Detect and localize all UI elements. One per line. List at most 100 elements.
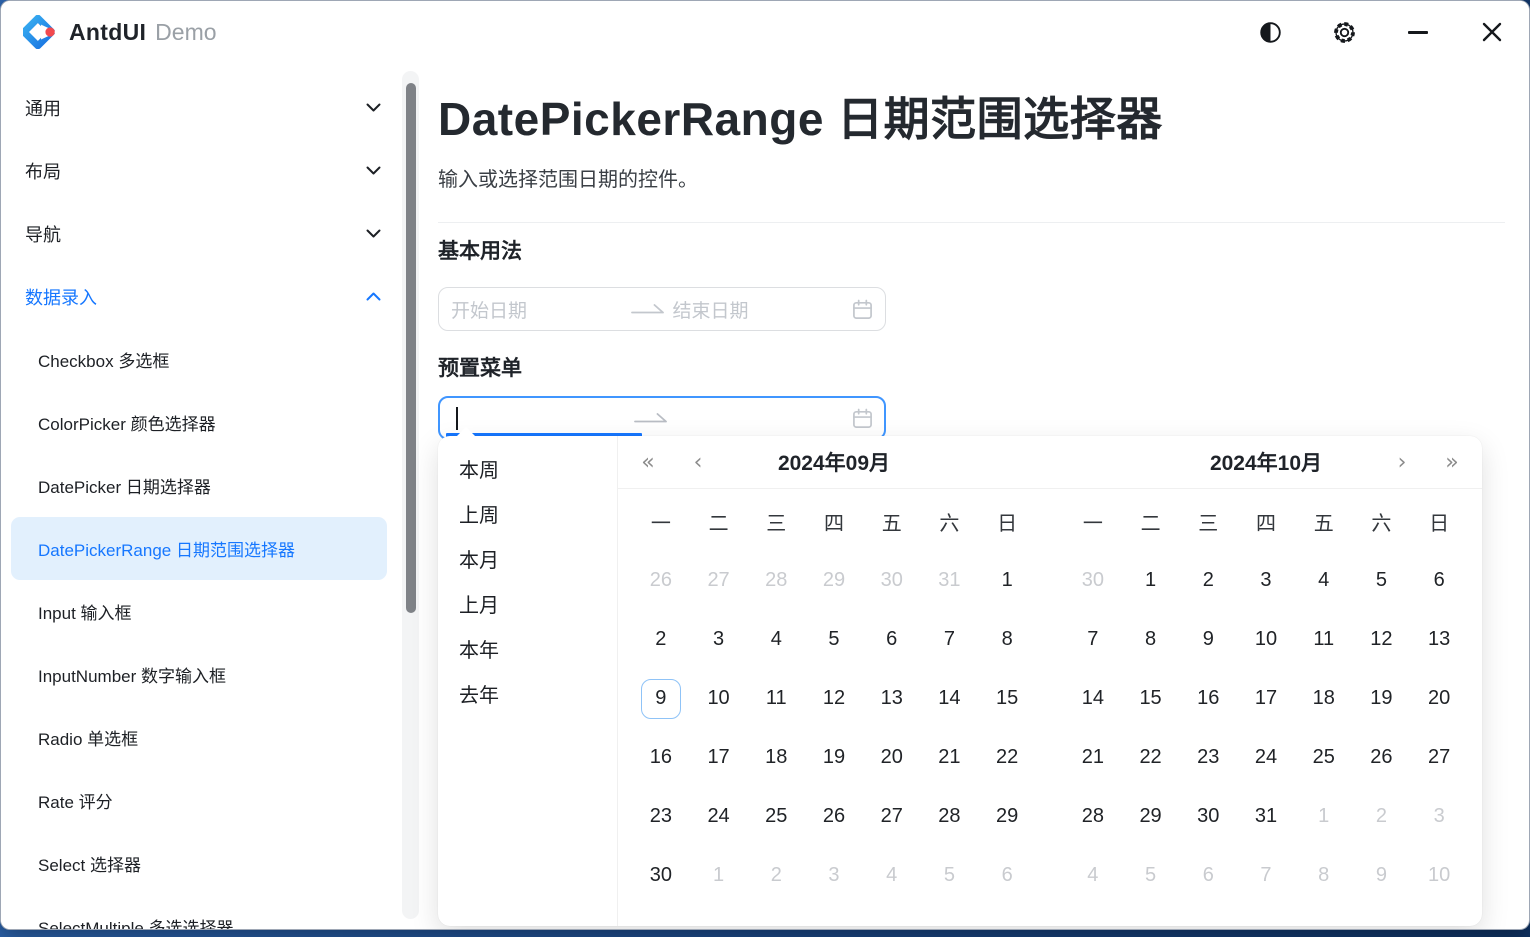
calendar-day[interactable]: 17	[707, 746, 729, 769]
calendar-day[interactable]: 26	[823, 805, 845, 828]
calendar-day[interactable]: 4	[1318, 569, 1329, 592]
calendar-day[interactable]: 10	[707, 687, 729, 710]
calendar-day[interactable]: 31	[1255, 805, 1277, 828]
sidebar-scrollbar-thumb[interactable]	[406, 83, 416, 613]
calendar-day[interactable]: 5	[828, 628, 839, 651]
calendar-day[interactable]: 10	[1428, 864, 1450, 887]
calendar-day[interactable]: 30	[650, 864, 672, 887]
next-month-button[interactable]: ›	[1384, 436, 1420, 488]
sidebar-group-2[interactable]: 导航	[1, 202, 401, 265]
calendar-day[interactable]: 12	[823, 687, 845, 710]
calendar-day[interactable]: 23	[650, 805, 672, 828]
calendar-day[interactable]: 3	[1434, 805, 1445, 828]
calendar-day[interactable]: 22	[1139, 746, 1161, 769]
calendar-day[interactable]: 16	[650, 746, 672, 769]
calendar-day[interactable]: 12	[1370, 628, 1392, 651]
calendar-day[interactable]: 11	[766, 687, 787, 710]
calendar-day[interactable]: 30	[881, 569, 903, 592]
calendar-day[interactable]: 6	[1434, 569, 1445, 592]
calendar-day[interactable]: 20	[1428, 687, 1450, 710]
calendar-day[interactable]: 3	[713, 628, 724, 651]
date-range-input-presets[interactable]	[438, 396, 886, 440]
calendar-day[interactable]: 27	[881, 805, 903, 828]
calendar-day[interactable]: 16	[1197, 687, 1219, 710]
calendar-day[interactable]: 27	[1428, 746, 1450, 769]
calendar-day[interactable]: 29	[823, 569, 845, 592]
calendar-day[interactable]: 26	[650, 569, 672, 592]
calendar-day[interactable]: 11	[1313, 628, 1334, 651]
prev-month-button[interactable]: ‹	[680, 436, 716, 488]
calendar-day[interactable]: 26	[1370, 746, 1392, 769]
calendar-day[interactable]: 9	[1203, 628, 1214, 651]
calendar-day[interactable]: 24	[707, 805, 729, 828]
date-range-input-basic[interactable]: 开始日期 结束日期	[438, 287, 886, 331]
calendar-day[interactable]: 30	[1197, 805, 1219, 828]
calendar-day[interactable]: 25	[765, 805, 787, 828]
calendar-day[interactable]: 13	[1428, 628, 1450, 651]
calendar-day[interactable]: 18	[765, 746, 787, 769]
calendar-day[interactable]: 14	[1082, 687, 1104, 710]
next-year-button[interactable]: »	[1434, 436, 1470, 488]
calendar-day[interactable]: 1	[713, 864, 724, 887]
calendar-day[interactable]: 2	[1376, 805, 1387, 828]
calendar-day[interactable]: 19	[823, 746, 845, 769]
calendar-day[interactable]: 28	[938, 805, 960, 828]
calendar-day[interactable]: 6	[1203, 864, 1214, 887]
sidebar-item-3-7[interactable]: Rate 评分	[11, 769, 387, 832]
calendar-day[interactable]: 24	[1255, 746, 1277, 769]
close-button[interactable]	[1467, 9, 1517, 55]
preset-item-1[interactable]: 上周	[438, 494, 617, 539]
preset-item-2[interactable]: 本月	[438, 539, 617, 584]
calendar-day[interactable]: 8	[1002, 628, 1013, 651]
calendar-day[interactable]: 7	[944, 628, 955, 651]
calendar-day[interactable]: 31	[938, 569, 960, 592]
preset-item-4[interactable]: 本年	[438, 629, 617, 674]
calendar-day[interactable]: 4	[886, 864, 897, 887]
calendar-day[interactable]: 1	[1145, 569, 1156, 592]
sidebar-scrollbar-track[interactable]	[402, 71, 419, 919]
calendar-day[interactable]: 4	[771, 628, 782, 651]
calendar-day[interactable]: 13	[881, 687, 903, 710]
calendar-day[interactable]: 7	[1087, 628, 1098, 651]
sidebar-item-3-4[interactable]: Input 输入框	[11, 580, 387, 643]
preset-item-3[interactable]: 上月	[438, 584, 617, 629]
calendar-day[interactable]: 8	[1145, 628, 1156, 651]
calendar-day[interactable]: 6	[886, 628, 897, 651]
calendar-day[interactable]: 20	[881, 746, 903, 769]
calendar-day[interactable]: 7	[1260, 864, 1271, 887]
minimize-button[interactable]	[1393, 9, 1443, 55]
calendar-day[interactable]: 3	[1260, 569, 1271, 592]
calendar-day[interactable]: 23	[1197, 746, 1219, 769]
titlebar[interactable]: AntdUI Demo	[1, 1, 1529, 63]
calendar-day[interactable]: 15	[1139, 687, 1161, 710]
calendar-day[interactable]: 2	[771, 864, 782, 887]
settings-button[interactable]	[1319, 9, 1369, 55]
calendar-day[interactable]: 8	[1318, 864, 1329, 887]
sidebar-item-3-2[interactable]: DatePicker 日期选择器	[11, 454, 387, 517]
preset-item-5[interactable]: 去年	[438, 674, 617, 719]
sidebar-item-3-0[interactable]: Checkbox 多选框	[11, 328, 387, 391]
theme-toggle-button[interactable]	[1245, 9, 1295, 55]
calendar-day[interactable]: 19	[1370, 687, 1392, 710]
calendar-day[interactable]: 30	[1082, 569, 1104, 592]
sidebar-item-3-8[interactable]: Select 选择器	[11, 832, 387, 895]
calendar-day[interactable]: 28	[765, 569, 787, 592]
calendar-day[interactable]: 10	[1255, 628, 1277, 651]
sidebar-item-3-5[interactable]: InputNumber 数字输入框	[11, 643, 387, 706]
calendar-day[interactable]: 25	[1313, 746, 1335, 769]
calendar-day[interactable]: 2	[655, 628, 666, 651]
calendar-day[interactable]: 5	[944, 864, 955, 887]
calendar-day[interactable]: 1	[1318, 805, 1329, 828]
calendar-day[interactable]: 6	[1002, 864, 1013, 887]
calendar-day[interactable]: 14	[938, 687, 960, 710]
calendar-day[interactable]: 1	[1002, 569, 1013, 592]
calendar-day[interactable]: 21	[938, 746, 960, 769]
calendar-day[interactable]: 4	[1087, 864, 1098, 887]
sidebar-item-3-1[interactable]: ColorPicker 颜色选择器	[11, 391, 387, 454]
sidebar-item-3-6[interactable]: Radio 单选框	[11, 706, 387, 769]
calendar-day[interactable]: 21	[1082, 746, 1104, 769]
sidebar-group-1[interactable]: 布局	[1, 139, 401, 202]
calendar-day[interactable]: 15	[996, 687, 1018, 710]
prev-year-button[interactable]: «	[630, 436, 666, 488]
calendar-day[interactable]: 18	[1313, 687, 1335, 710]
